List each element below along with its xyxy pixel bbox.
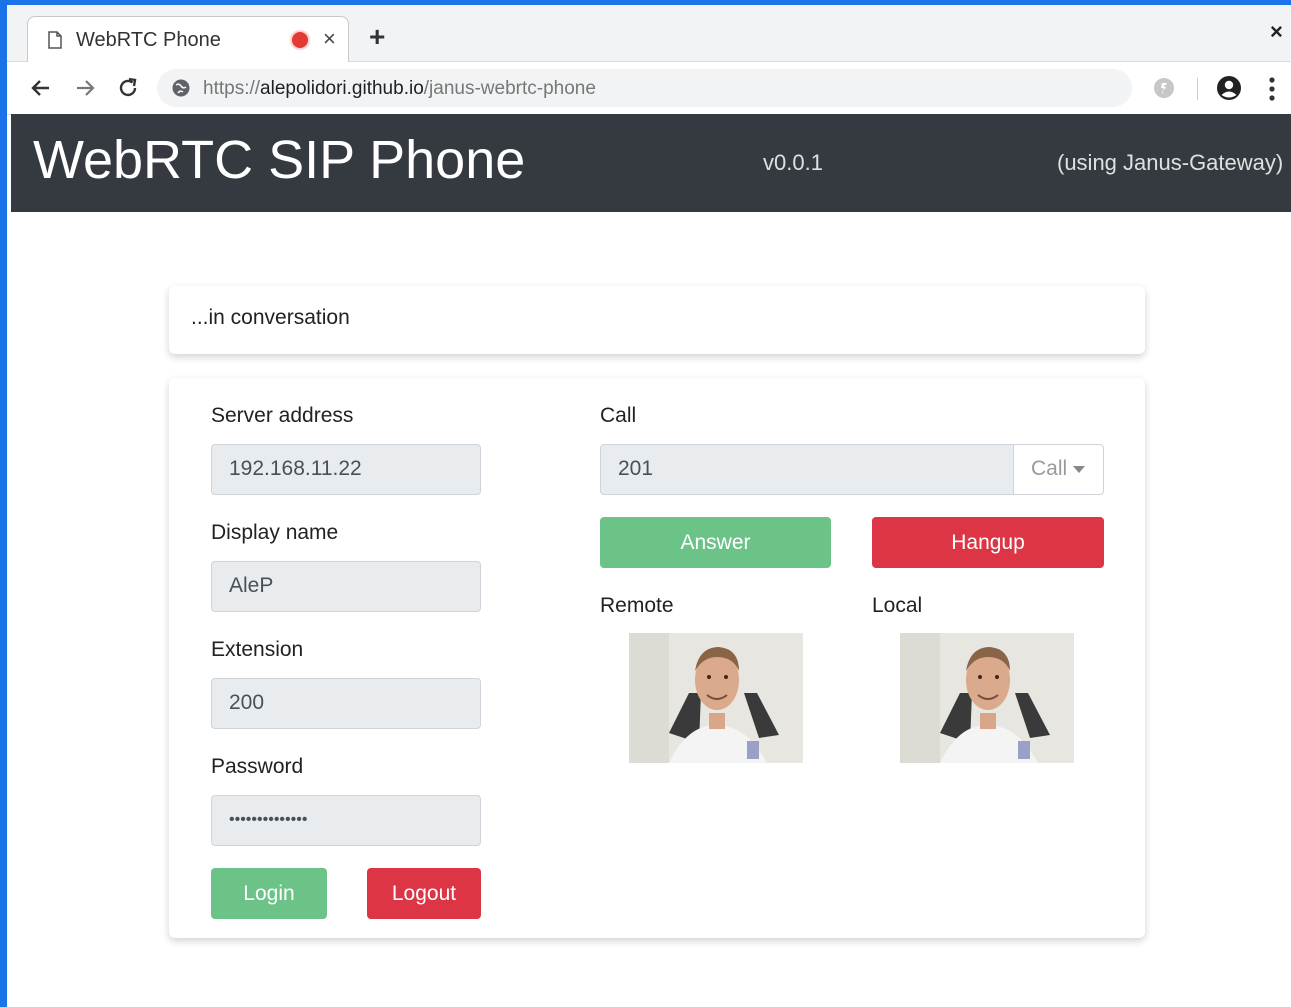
forward-arrow-icon[interactable] bbox=[73, 76, 97, 100]
login-button[interactable]: Login bbox=[211, 868, 327, 919]
gateway-note: (using Janus-Gateway) bbox=[1057, 150, 1284, 175]
password-input[interactable]: •••••••••••••• bbox=[211, 795, 481, 846]
call-dropdown-button[interactable]: Call bbox=[1013, 444, 1104, 495]
hangup-button[interactable]: Hangup bbox=[872, 517, 1104, 568]
call-label: Call bbox=[600, 404, 637, 427]
app-navbar: WebRTC SIP Phone v0.0.1 (using Janus-Gat… bbox=[11, 114, 1291, 212]
new-tab-button[interactable]: + bbox=[369, 23, 385, 51]
display-name-input[interactable]: AleP bbox=[211, 561, 481, 612]
extension-icon[interactable] bbox=[1152, 76, 1176, 100]
account-icon[interactable] bbox=[1215, 74, 1243, 102]
back-arrow-icon[interactable] bbox=[29, 76, 53, 100]
tab-strip: WebRTC Phone × + × bbox=[7, 5, 1291, 62]
remote-video-frame bbox=[629, 633, 803, 763]
remote-label: Remote bbox=[600, 594, 674, 617]
menu-dots-icon[interactable] bbox=[1267, 76, 1277, 102]
remote-video bbox=[629, 633, 803, 763]
call-status-text: ...in conversation bbox=[191, 306, 350, 329]
browser-toolbar: https://alepolidori.github.io/janus-webr… bbox=[7, 62, 1291, 115]
address-bar[interactable]: https://alepolidori.github.io/janus-webr… bbox=[157, 69, 1132, 107]
tab-title: WebRTC Phone bbox=[76, 29, 221, 51]
status-card: ...in conversation bbox=[169, 286, 1145, 354]
local-video-frame bbox=[900, 633, 1074, 763]
display-name-label: Display name bbox=[211, 521, 339, 544]
chevron-down-icon bbox=[1073, 465, 1086, 473]
globe-icon bbox=[172, 79, 190, 97]
tab-webrtc-phone[interactable]: WebRTC Phone × bbox=[27, 16, 349, 62]
password-label: Password bbox=[211, 755, 304, 778]
extension-input[interactable]: 200 bbox=[211, 678, 481, 729]
window-close-button[interactable]: × bbox=[1270, 21, 1283, 43]
logout-button[interactable]: Logout bbox=[367, 868, 481, 919]
app-version: v0.0.1 bbox=[763, 150, 823, 175]
phone-card: Server address 192.168.11.22 Display nam… bbox=[169, 378, 1145, 938]
server-address-input[interactable]: 192.168.11.22 bbox=[211, 444, 481, 495]
recording-indicator-icon bbox=[292, 32, 308, 48]
extension-label: Extension bbox=[211, 638, 304, 661]
call-dropdown-label: Call bbox=[1031, 457, 1068, 480]
tab-close-icon[interactable]: × bbox=[323, 27, 336, 51]
page-content: WebRTC SIP Phone v0.0.1 (using Janus-Gat… bbox=[11, 114, 1291, 1007]
page-icon bbox=[48, 31, 62, 49]
browser-window: WebRTC Phone × + × https://alepolidori.g… bbox=[7, 5, 1291, 1007]
answer-button[interactable]: Answer bbox=[600, 517, 831, 568]
reload-icon[interactable] bbox=[116, 76, 140, 100]
server-address-label: Server address bbox=[211, 404, 354, 427]
app-title: WebRTC SIP Phone bbox=[33, 130, 526, 190]
url-text: https://alepolidori.github.io/janus-webr… bbox=[203, 78, 596, 99]
toolbar-separator bbox=[1197, 78, 1198, 100]
local-label: Local bbox=[872, 594, 923, 617]
call-number-input[interactable]: 201 bbox=[600, 444, 1014, 495]
local-video bbox=[900, 633, 1074, 763]
